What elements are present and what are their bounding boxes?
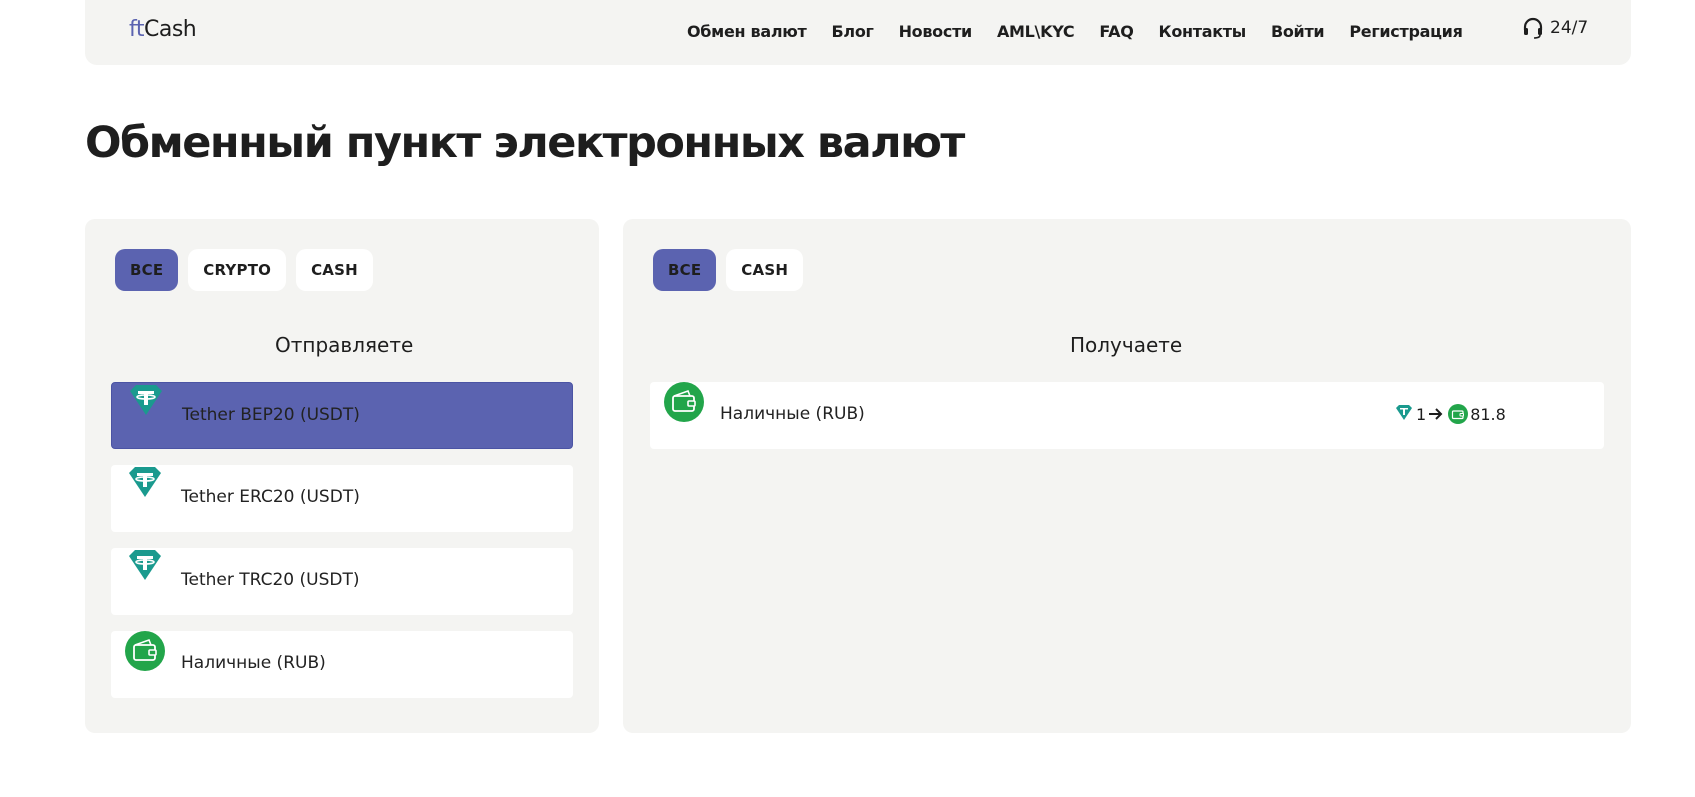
send-item-tether-trc20[interactable]: Tether TRC20 (USDT) [111, 548, 573, 615]
send-item-label: Tether TRC20 (USDT) [181, 570, 360, 590]
site-header: ftCash Обмен валют Блог Новости AML\KYC … [85, 0, 1631, 65]
nav-news[interactable]: Новости [899, 22, 973, 41]
arrow-right-icon [1429, 408, 1443, 420]
tether-icon [130, 385, 162, 415]
wallet-icon [125, 631, 165, 671]
tether-icon [129, 467, 161, 497]
receive-title: Получаете [1070, 333, 1183, 357]
send-item-tether-erc20[interactable]: Tether ERC20 (USDT) [111, 465, 573, 532]
receive-item-label: Наличные (RUB) [720, 404, 865, 424]
nav-login[interactable]: Войти [1271, 22, 1325, 41]
send-filter-crypto[interactable]: CRYPTO [188, 249, 287, 291]
logo[interactable]: ftCash [129, 17, 197, 42]
send-title: Отправляете [275, 333, 414, 357]
send-item-label: Tether ERC20 (USDT) [181, 487, 360, 507]
rate-from: 1 [1416, 404, 1427, 424]
nav-register[interactable]: Регистрация [1349, 22, 1463, 41]
nav-contacts[interactable]: Контакты [1159, 22, 1247, 41]
send-filter-all[interactable]: ВСЕ [115, 249, 179, 291]
send-item-cash-rub[interactable]: Наличные (RUB) [111, 631, 573, 698]
page-title: Обменный пункт электронных валют [85, 118, 965, 168]
tether-icon [129, 550, 161, 580]
nav-faq[interactable]: FAQ [1099, 22, 1133, 41]
receive-filter-all[interactable]: ВСЕ [653, 249, 717, 291]
send-item-label: Наличные (RUB) [181, 653, 326, 673]
logo-suffix: Cash [143, 17, 197, 42]
receive-item-cash-rub[interactable]: Наличные (RUB) 1 81.8 [650, 382, 1604, 449]
send-list: Tether BEP20 (USDT) Tether ERC20 (USDT) … [111, 382, 573, 714]
headset-icon [1523, 17, 1543, 39]
support-label: 24/7 [1550, 18, 1589, 38]
logo-prefix: ft [129, 17, 144, 42]
receive-filters: ВСЕ CASH [653, 249, 813, 291]
nav-exchange[interactable]: Обмен валют [687, 22, 807, 41]
tether-icon [1396, 405, 1412, 420]
wallet-icon [664, 382, 704, 422]
nav-blog[interactable]: Блог [832, 22, 874, 41]
send-item-label: Tether BEP20 (USDT) [182, 405, 360, 425]
receive-panel: ВСЕ CASH [623, 219, 1631, 733]
receive-filter-cash[interactable]: CASH [726, 249, 804, 291]
send-filters: ВСЕ CRYPTO CASH [115, 249, 383, 291]
nav-aml-kyc[interactable]: AML\KYC [997, 22, 1075, 41]
rate-to: 81.8 [1470, 404, 1506, 424]
main-nav: Обмен валют Блог Новости AML\KYC FAQ Кон… [687, 0, 1488, 62]
wallet-icon [1448, 404, 1469, 424]
support-contact[interactable]: 24/7 [1522, 17, 1588, 39]
send-filter-cash[interactable]: CASH [296, 249, 373, 291]
exchange-rate: 1 81.8 [1394, 404, 1508, 424]
send-item-tether-bep20[interactable]: Tether BEP20 (USDT) [111, 382, 573, 449]
